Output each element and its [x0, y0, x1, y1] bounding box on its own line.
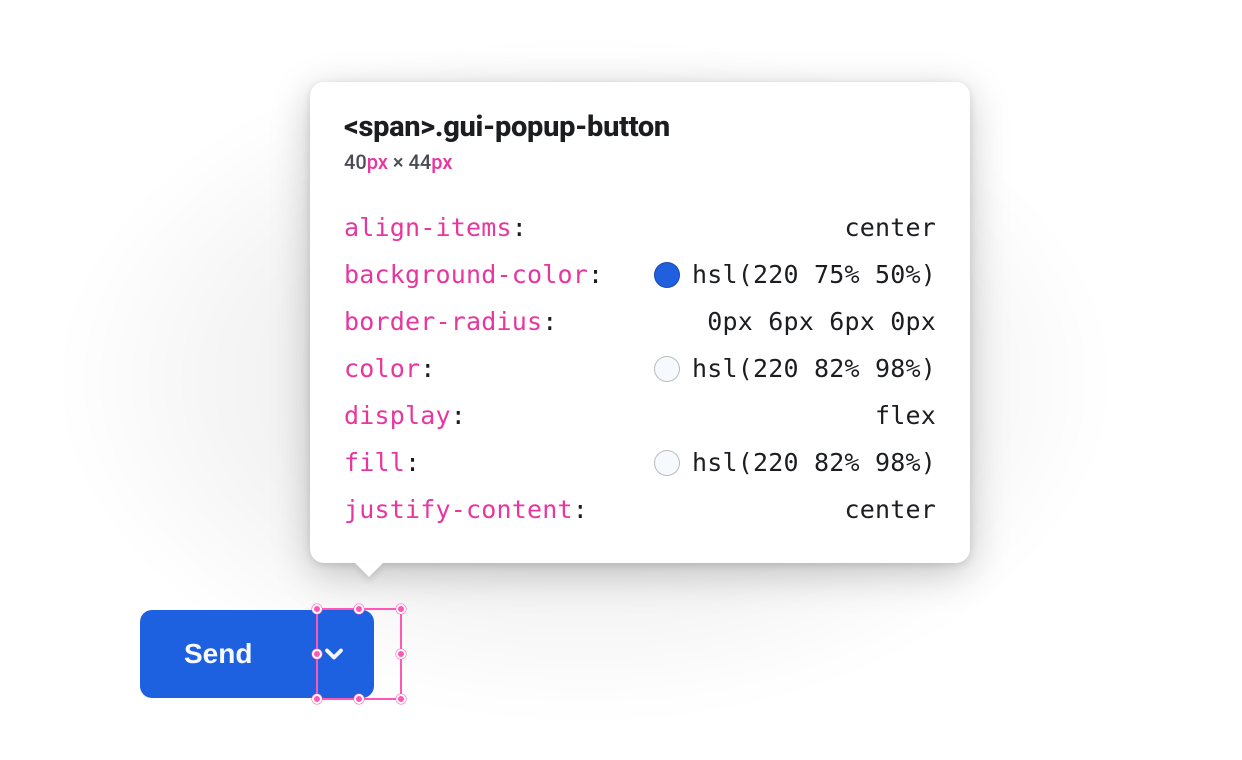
prop-key: fill: [344, 439, 420, 486]
prop-key: color: [344, 345, 436, 392]
dim-separator: × [388, 150, 409, 174]
prop-row: display: flex [344, 392, 936, 439]
color-swatch-icon [654, 262, 680, 288]
inspected-selector: <span>.gui-popup-button [344, 110, 936, 144]
prop-key: border-radius: [344, 298, 558, 345]
prop-row: border-radius: 0px 6px 6px 0px [344, 298, 936, 345]
css-properties-list: align-items: center background-color: hs… [344, 204, 936, 533]
dim-width-unit: px [367, 150, 388, 174]
dim-height: 44 [408, 150, 431, 174]
chevron-down-icon [320, 640, 348, 668]
prop-value: center [844, 486, 936, 533]
color-swatch-icon [654, 450, 680, 476]
popup-toggle-button[interactable] [294, 610, 374, 698]
prop-value: center [844, 204, 936, 251]
css-inspector-tooltip: <span>.gui-popup-button 40px × 44px alig… [310, 82, 970, 563]
prop-value: hsl(220 82% 98%) [654, 345, 936, 392]
prop-key: display: [344, 392, 466, 439]
inspected-dimensions: 40px × 44px [344, 150, 936, 174]
prop-value: hsl(220 82% 98%) [654, 439, 936, 486]
prop-value: 0px 6px 6px 0px [707, 298, 936, 345]
prop-key: background-color: [344, 251, 603, 298]
prop-value: hsl(220 75% 50%) [654, 251, 936, 298]
prop-row: background-color: hsl(220 75% 50%) [344, 251, 936, 298]
prop-row: align-items: center [344, 204, 936, 251]
color-swatch-icon [654, 356, 680, 382]
dim-height-unit: px [431, 150, 452, 174]
prop-key: justify-content: [344, 486, 588, 533]
prop-row: color: hsl(220 82% 98%) [344, 345, 936, 392]
prop-key: align-items: [344, 204, 527, 251]
prop-value: flex [875, 392, 936, 439]
send-button[interactable]: Send [140, 610, 294, 698]
split-button: Send [140, 610, 374, 698]
prop-row: fill: hsl(220 82% 98%) [344, 439, 936, 486]
prop-row: justify-content: center [344, 486, 936, 533]
dim-width: 40 [344, 150, 367, 174]
